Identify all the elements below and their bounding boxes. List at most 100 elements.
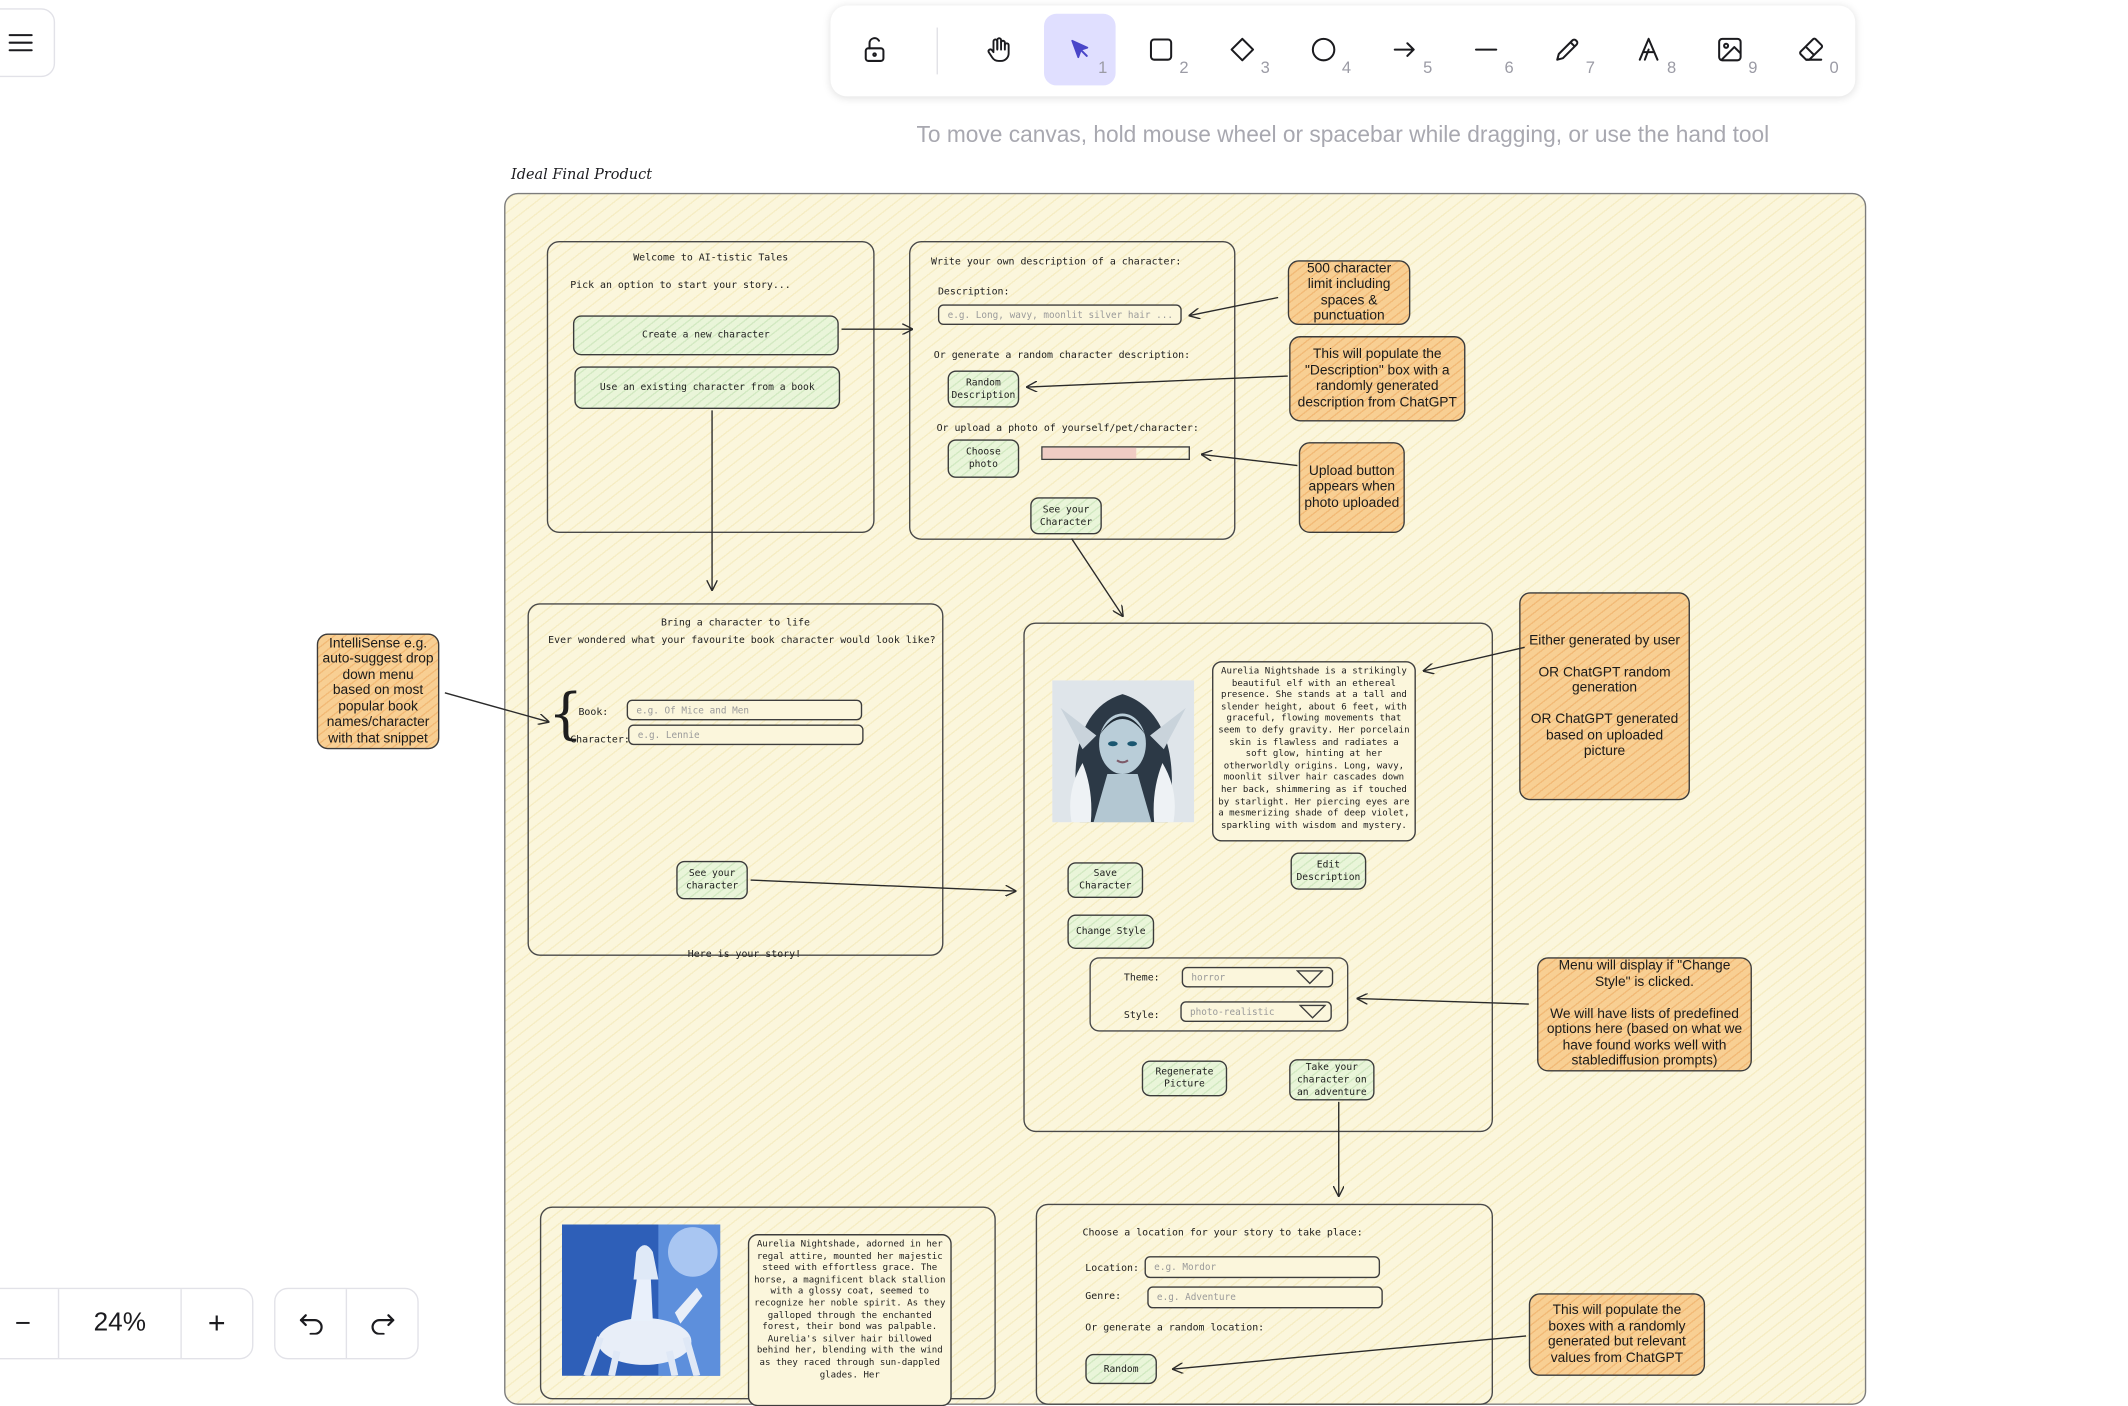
shortcut-label: 1 bbox=[1098, 57, 1108, 78]
arrow-icon bbox=[1393, 42, 1415, 57]
create-character-button[interactable]: Create a new character bbox=[572, 315, 839, 356]
tool-draw[interactable]: 7 bbox=[1532, 14, 1604, 86]
frame-label[interactable]: Ideal Final Product bbox=[511, 167, 652, 184]
tool-diamond[interactable]: 3 bbox=[1207, 14, 1279, 86]
location-label: Location: bbox=[1085, 1261, 1139, 1275]
note-populate-boxes[interactable]: This will populate the boxes with a rand… bbox=[1528, 1293, 1706, 1376]
description-input[interactable]: e.g. Long, wavy, moonlit silver hair ... bbox=[937, 304, 1182, 326]
write-description-title: Write your own description of a characte… bbox=[931, 254, 1182, 268]
upload-photo-label: Or upload a photo of yourself/pet/charac… bbox=[936, 421, 1199, 434]
zoom-in-button[interactable]: + bbox=[180, 1289, 252, 1359]
line-icon bbox=[1474, 48, 1498, 51]
note-populate-description[interactable]: This will populate the "Description" box… bbox=[1289, 336, 1466, 422]
eraser-icon bbox=[1799, 37, 1824, 61]
bring-character-subtitle: Ever wondered what your favourite book c… bbox=[548, 633, 936, 646]
tool-arrow[interactable]: 5 bbox=[1369, 14, 1441, 86]
random-location-label: Or generate a random location: bbox=[1085, 1320, 1265, 1334]
see-character-button[interactable]: See your Character bbox=[1030, 497, 1102, 535]
undo-button[interactable] bbox=[275, 1289, 345, 1358]
story-illustration bbox=[561, 1224, 721, 1376]
style-label: Style: bbox=[1123, 1008, 1160, 1021]
shortcut-label: 3 bbox=[1260, 57, 1270, 78]
shortcut-label: 0 bbox=[1829, 57, 1839, 78]
main-menu-button[interactable] bbox=[0, 8, 56, 78]
history-controls bbox=[274, 1287, 419, 1360]
shortcut-label: 8 bbox=[1666, 57, 1677, 78]
tool-image[interactable]: 9 bbox=[1694, 14, 1766, 86]
see-book-character-button[interactable]: See your character bbox=[676, 860, 748, 900]
edit-description-button[interactable]: Edit Description bbox=[1290, 852, 1367, 890]
theme-value: horror bbox=[1191, 971, 1226, 983]
shortcut-label: 2 bbox=[1179, 57, 1189, 78]
note-intellisense[interactable]: IntelliSense e.g. auto-suggest drop down… bbox=[316, 633, 440, 750]
save-character-button[interactable]: Save Character bbox=[1067, 862, 1144, 898]
chevron-down-icon bbox=[1296, 970, 1324, 985]
character-description[interactable]: Aurelia Nightshade is a strikingly beaut… bbox=[1212, 661, 1416, 842]
tool-ellipse[interactable]: 4 bbox=[1288, 14, 1360, 86]
image-icon bbox=[1718, 37, 1742, 62]
character-input[interactable]: e.g. Lennie bbox=[628, 724, 864, 746]
random-location-button[interactable]: Random bbox=[1085, 1353, 1157, 1385]
story-footer: Here is your story! bbox=[687, 947, 802, 960]
hamburger-icon bbox=[8, 34, 33, 52]
welcome-title: Welcome to AI-tistic Tales bbox=[633, 250, 789, 264]
random-description-label: Or generate a random character descripti… bbox=[933, 348, 1191, 361]
regenerate-picture-button[interactable]: Regenerate Picture bbox=[1141, 1060, 1228, 1097]
description-label: Description: bbox=[937, 285, 1010, 298]
note-menu-display[interactable]: Menu will display if "Change Style" is c… bbox=[1537, 957, 1752, 1072]
upload-progress-bar bbox=[1041, 446, 1190, 461]
adventure-button[interactable]: Take your character on an adventure bbox=[1289, 1059, 1375, 1101]
character-portrait bbox=[1052, 680, 1195, 823]
hand-icon bbox=[987, 37, 1010, 62]
shortcut-label: 7 bbox=[1585, 57, 1595, 78]
note-upload-button[interactable]: Upload button appears when photo uploade… bbox=[1298, 442, 1405, 534]
text-icon bbox=[1638, 37, 1659, 61]
choose-photo-button[interactable]: Choose photo bbox=[947, 439, 1020, 478]
book-label: Book: bbox=[578, 705, 609, 718]
zoom-level[interactable]: 24% bbox=[58, 1289, 180, 1359]
random-description-button[interactable]: Random Description bbox=[947, 370, 1020, 408]
zoom-out-button[interactable]: − bbox=[0, 1289, 58, 1358]
lock-icon bbox=[864, 37, 885, 62]
genre-input[interactable]: e.g. Adventure bbox=[1147, 1286, 1383, 1309]
location-input[interactable]: e.g. Mordor bbox=[1144, 1256, 1381, 1279]
toolbar-divider bbox=[936, 27, 938, 75]
pencil-icon bbox=[1556, 38, 1579, 61]
undo-icon bbox=[299, 1314, 322, 1335]
tool-eraser[interactable]: 0 bbox=[1775, 14, 1847, 86]
welcome-subtitle: Pick an option to start your story... bbox=[570, 278, 791, 291]
tool-rectangle[interactable]: 2 bbox=[1125, 14, 1197, 86]
tool-lock[interactable] bbox=[839, 14, 911, 86]
genre-label: Genre: bbox=[1085, 1289, 1122, 1302]
chevron-down-icon bbox=[1298, 1004, 1327, 1019]
note-char-limit[interactable]: 500 character limit including spaces & p… bbox=[1287, 260, 1411, 326]
toolbar: 1 2 3 4 5 6 7 8 9 0 bbox=[830, 5, 1856, 97]
upload-progress-fill bbox=[1042, 447, 1137, 459]
shortcut-label: 6 bbox=[1504, 57, 1514, 78]
shortcut-label: 9 bbox=[1748, 57, 1758, 78]
style-value: photo-realistic bbox=[1189, 1006, 1275, 1018]
note-generated[interactable]: Either generated by user OR ChatGPT rand… bbox=[1519, 592, 1690, 801]
ellipse-icon bbox=[1311, 37, 1336, 62]
screen-bring-character[interactable] bbox=[527, 603, 944, 956]
theme-label: Theme: bbox=[1123, 970, 1160, 984]
rectangle-icon bbox=[1149, 38, 1173, 61]
existing-character-button[interactable]: Use an existing character from a book bbox=[574, 366, 841, 410]
redo-button[interactable] bbox=[345, 1289, 418, 1359]
pointer-icon bbox=[1071, 39, 1089, 59]
redo-icon bbox=[370, 1314, 394, 1335]
change-style-button[interactable]: Change Style bbox=[1067, 914, 1155, 949]
location-title: Choose a location for your story to take… bbox=[1082, 1225, 1363, 1239]
book-input[interactable]: e.g. Of Mice and Men bbox=[626, 699, 863, 721]
tool-line[interactable]: 6 bbox=[1450, 14, 1522, 86]
tool-selection[interactable]: 1 bbox=[1043, 13, 1116, 86]
character-label: Character: bbox=[570, 732, 630, 746]
diamond-icon bbox=[1230, 37, 1255, 62]
tool-hand[interactable] bbox=[963, 14, 1035, 86]
canvas-hint: To move canvas, hold mouse wheel or spac… bbox=[916, 122, 1770, 148]
shortcut-label: 5 bbox=[1423, 57, 1433, 78]
tool-text[interactable]: 8 bbox=[1613, 14, 1685, 86]
story-text[interactable]: Aurelia Nightshade, adorned in her regal… bbox=[747, 1234, 952, 1406]
bring-character-title: Bring a character to life bbox=[660, 615, 810, 629]
shortcut-label: 4 bbox=[1341, 57, 1352, 78]
